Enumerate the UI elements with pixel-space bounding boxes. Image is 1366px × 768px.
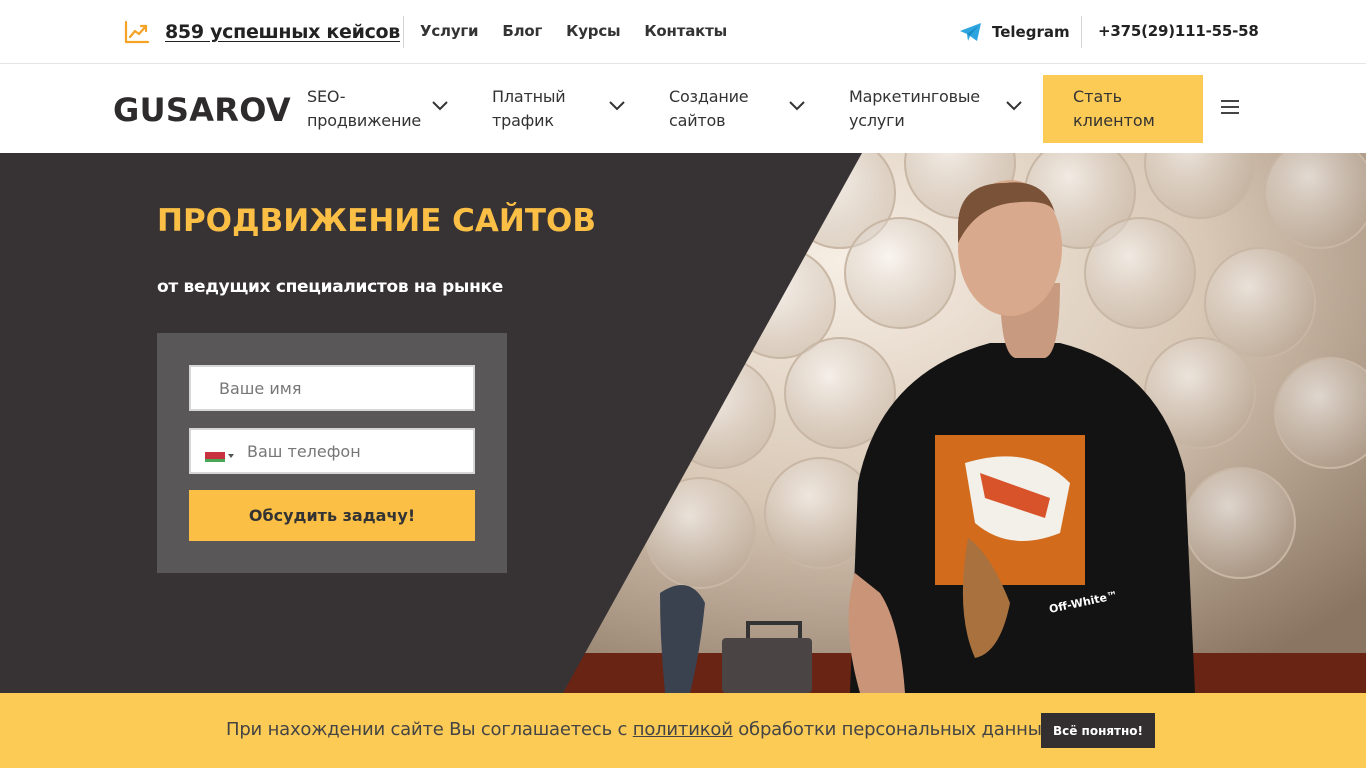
main-nav: GUSAROV SEO- продвижение Платный трафик … bbox=[0, 65, 1366, 153]
nav-item-label: Создание сайтов bbox=[669, 87, 749, 130]
accept-cookies-button[interactable]: Всё понятно! bbox=[1041, 713, 1155, 748]
hero-subtitle: от ведущих специалистов на рынке bbox=[157, 277, 504, 297]
cookie-text-before: При нахождении сайте Вы соглашаетесь с bbox=[226, 719, 633, 740]
phone-input[interactable] bbox=[191, 430, 473, 472]
nav-item-label: Платный трафик bbox=[492, 87, 566, 130]
hero-title: ПРОДВИЖЕНИЕ САЙТОВ bbox=[157, 203, 596, 239]
nav-item-sites[interactable]: Создание сайтов bbox=[669, 85, 807, 133]
hamburger-icon[interactable] bbox=[1221, 100, 1239, 114]
phone-link[interactable]: +375(29)111-55-58 bbox=[1098, 22, 1259, 40]
chevron-down-icon bbox=[609, 101, 625, 111]
cookie-bar: При нахождении сайте Вы соглашаетесь с п… bbox=[0, 693, 1366, 768]
top-link-blog[interactable]: Блог bbox=[502, 22, 542, 40]
nav-item-label: SEO- продвижение bbox=[307, 87, 422, 130]
chart-line-icon bbox=[124, 20, 150, 44]
chevron-down-icon[interactable] bbox=[228, 454, 234, 458]
top-links: Услуги Блог Курсы Контакты bbox=[420, 22, 727, 40]
telegram-icon bbox=[960, 23, 981, 41]
nav-item-label: Маркетинговые услуги bbox=[849, 87, 980, 130]
telegram-label: Telegram bbox=[992, 23, 1070, 41]
cases-link[interactable]: 859 успешных кейсов bbox=[124, 19, 400, 45]
name-input[interactable] bbox=[191, 367, 473, 409]
nav-item-marketing[interactable]: Маркетинговые услуги bbox=[849, 85, 1025, 133]
chevron-down-icon bbox=[789, 101, 805, 111]
chevron-down-icon bbox=[432, 101, 448, 111]
logo[interactable]: GUSAROV bbox=[113, 91, 291, 129]
lead-form: Обсудить задачу! bbox=[157, 333, 507, 573]
phone-field-wrap bbox=[189, 428, 475, 474]
name-field-wrap bbox=[189, 365, 475, 411]
divider bbox=[403, 16, 404, 48]
cookie-text-after: обработки персональных данных. bbox=[732, 719, 1058, 740]
top-link-contacts[interactable]: Контакты bbox=[644, 22, 727, 40]
top-bar: 859 успешных кейсов Услуги Блог Курсы Ко… bbox=[0, 0, 1366, 64]
top-link-services[interactable]: Услуги bbox=[420, 22, 479, 40]
telegram-link[interactable]: Telegram bbox=[959, 21, 1070, 43]
privacy-policy-link[interactable]: политикой bbox=[633, 719, 733, 740]
cookie-text: При нахождении сайте Вы соглашаетесь с п… bbox=[226, 719, 1058, 740]
become-client-button[interactable]: Стать клиентом bbox=[1043, 75, 1203, 143]
cases-label: 859 успешных кейсов bbox=[165, 21, 401, 43]
nav-item-paid-traffic[interactable]: Платный трафик bbox=[492, 85, 627, 133]
chevron-down-icon bbox=[1006, 101, 1022, 111]
top-link-courses[interactable]: Курсы bbox=[566, 22, 620, 40]
divider bbox=[1081, 16, 1082, 48]
belarus-flag-icon[interactable] bbox=[205, 452, 225, 462]
hero-section: Off-White™ ПРОДВИЖЕНИЕ САЙТОВ от ведущих… bbox=[0, 153, 1366, 693]
nav-item-seo[interactable]: SEO- продвижение bbox=[307, 85, 450, 133]
discuss-task-button[interactable]: Обсудить задачу! bbox=[189, 490, 475, 541]
